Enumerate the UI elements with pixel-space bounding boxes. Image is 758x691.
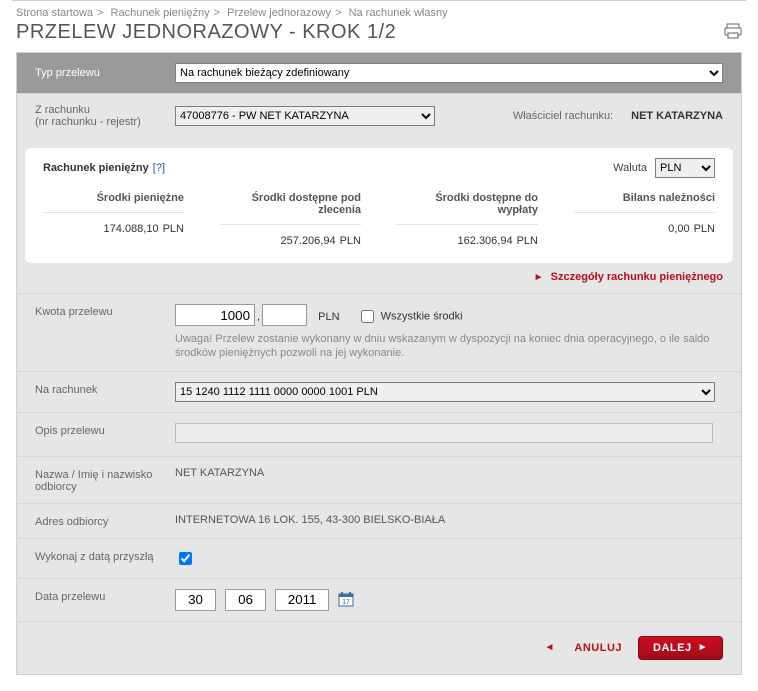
amount-label: Kwota przelewu [35,304,165,318]
breadcrumb-item[interactable]: Na rachunek własny [349,7,448,19]
transfer-type-label: Typ przelewu [35,67,165,79]
future-date-checkbox[interactable] [179,552,192,565]
col-header: Środki dostępne pod zlecenia [220,184,361,225]
to-account-label: Na rachunek [35,382,165,396]
amount-currency: PLN [318,311,339,323]
account-details-link[interactable]: Szczegóły rachunku pieniężnego [551,271,723,283]
col-value: 174.088,10PLN [43,213,184,245]
chevron-right-icon: ► [698,642,708,653]
info-icon[interactable]: [?] [153,162,165,174]
breadcrumb-item[interactable]: Przelew jednorazowy [227,7,331,19]
svg-text:17: 17 [342,599,350,606]
col-header: Środki pieniężne [43,184,184,213]
to-account-select[interactable]: 15 1240 1112 1111 0000 0000 1001 PLN [175,382,715,402]
currency-label: Waluta [613,162,647,174]
calendar-icon[interactable]: 17 [338,592,354,610]
next-button[interactable]: DALEJ► [638,636,723,660]
date-year-input[interactable] [275,589,329,611]
recipient-name-label: Nazwa / Imię i nazwisko odbiorcy [35,467,165,493]
recipient-name-value: NET KATARZYNA [175,467,723,479]
col-value: 257.206,94PLN [220,225,361,257]
future-date-label: Wykonaj z datą przyszłą [35,549,165,563]
card-title: Rachunek pieniężny [43,162,149,174]
col-value: 0,00PLN [574,213,715,245]
col-header: Bilans należności [574,184,715,213]
col-value: 162.306,94PLN [397,225,538,257]
all-funds-checkbox[interactable] [361,310,374,323]
breadcrumb-item[interactable]: Rachunek pieniężny [111,7,210,19]
recipient-address-value: INTERNETOWA 16 LOK. 155, 43-300 BIELSKO-… [175,514,723,526]
amount-decimal-input[interactable] [262,304,307,326]
all-funds-label: Wszystkie środki [381,311,463,323]
date-day-input[interactable] [175,589,216,611]
page-title: PRZELEW JEDNORAZOWY - KROK 1/2 [16,21,396,44]
description-label: Opis przelewu [35,423,165,437]
owner-value: NET KATARZYNA [631,110,723,122]
recipient-address-label: Adres odbiorcy [35,514,165,528]
description-input[interactable] [175,423,713,443]
owner-label: Właściciel rachunku: [513,110,613,122]
account-summary-card: Rachunek pieniężny [?] Waluta PLN Środki… [25,148,733,263]
amount-integer-input[interactable] [175,304,255,326]
breadcrumb: Strona startowa> Rachunek pieniężny> Prz… [0,1,758,19]
chevron-right-icon: ► [534,272,544,283]
print-icon[interactable] [724,23,742,42]
currency-select[interactable]: PLN [655,158,715,178]
chevron-left-icon: ◄ [545,642,555,653]
breadcrumb-item[interactable]: Strona startowa [16,7,93,19]
cancel-button[interactable]: ANULUJ [568,641,628,655]
transfer-date-label: Data przelewu [35,589,165,603]
transfer-type-select[interactable]: Na rachunek bieżący zdefiniowany [175,63,723,83]
date-month-input[interactable] [225,589,266,611]
amount-hint: Uwaga! Przelew zostanie wykonany w dniu … [175,332,723,361]
from-account-label: Z rachunku (nr rachunku - rejestr) [35,104,165,128]
from-account-select[interactable]: 47008776 - PW NET KATARZYNA [175,106,435,126]
col-header: Środki dostępne do wypłaty [397,184,538,225]
